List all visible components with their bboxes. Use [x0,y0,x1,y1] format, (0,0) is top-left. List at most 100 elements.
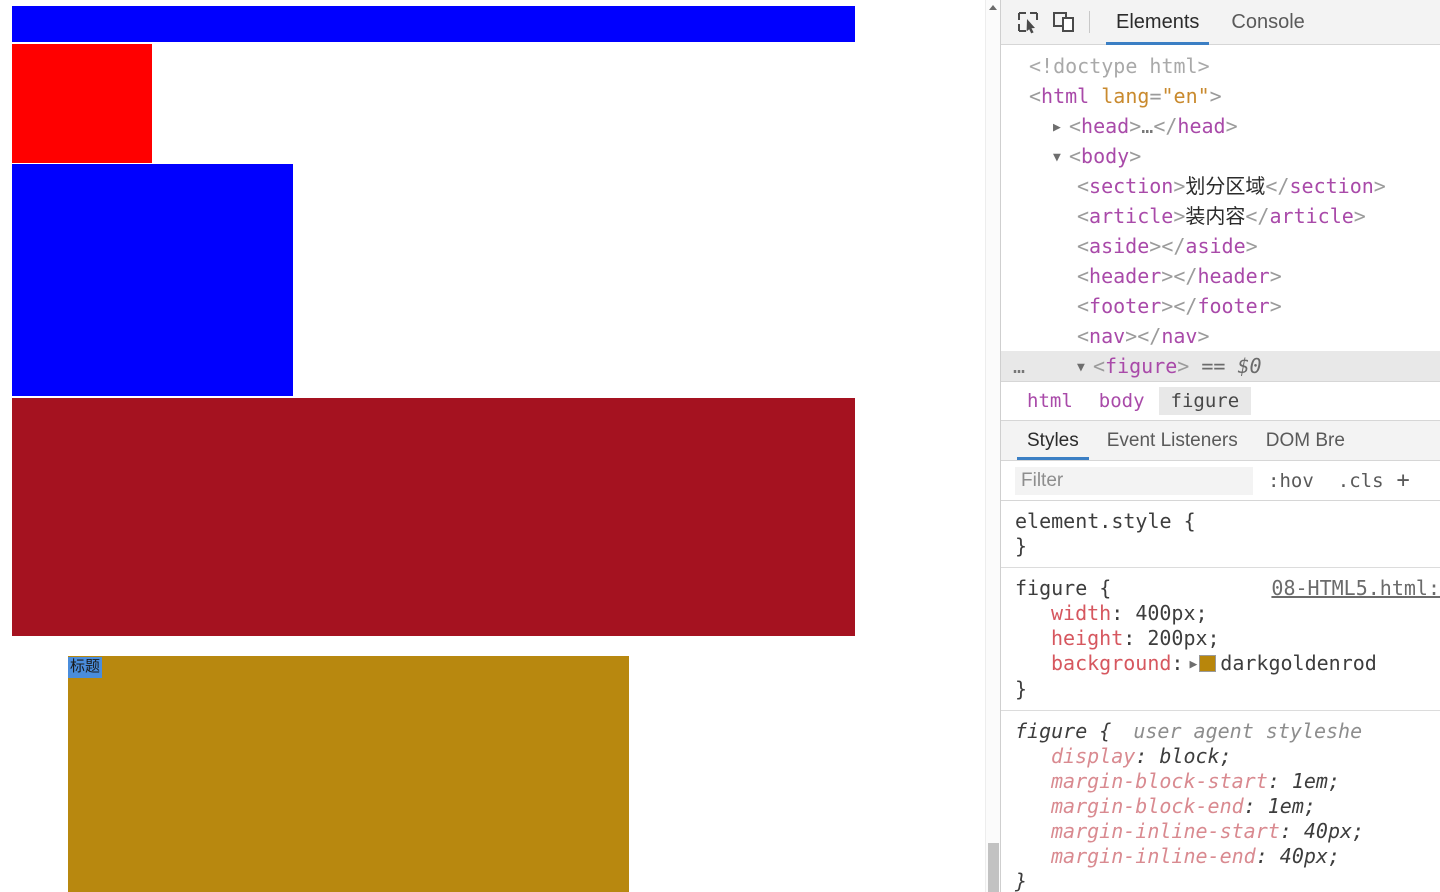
twisty-expanded-figure-icon[interactable]: ▼ [1077,353,1093,381]
rule-figure-author[interactable]: figure { 08-HTML5.html: width: 400px; he… [1001,568,1440,711]
tab-console-label: Console [1231,10,1305,33]
dom-tag-header: header [1089,264,1162,288]
dom-tree: <!doctype html> <html lang="en"> ▶ <head>… [1001,45,1440,381]
dom-tag-section-close: section [1289,174,1374,198]
rule-figure-close: } [1015,677,1028,701]
dom-tag-aside-close: aside [1185,234,1246,258]
declaration-margin-inline-end[interactable]: margin-inline-end: 40px; [1015,844,1440,869]
declaration-margin-block-end-value: 1em; [1267,794,1316,818]
hov-button[interactable]: :hov [1259,470,1323,492]
dom-tag-header-close: header [1197,264,1270,288]
cls-button[interactable]: .cls [1329,470,1393,492]
rule-element-style[interactable]: element.style { } [1001,501,1440,568]
declaration-margin-inline-start[interactable]: margin-inline-start: 40px; [1015,819,1440,844]
dom-attr-lang: lang [1101,84,1150,108]
declaration-margin-block-start-prop: margin-block-start [1051,769,1268,793]
color-swatch-darkgoldenrod[interactable] [1199,655,1217,672]
rule-figure-source-link[interactable]: 08-HTML5.html: [1271,576,1440,601]
figure-caption-text: 标题 [68,657,103,678]
declaration-margin-block-end[interactable]: margin-block-end: 1em; [1015,794,1440,819]
page-block-header [12,398,855,636]
page-scrollbar[interactable] [985,0,1000,892]
declaration-width-prop: width [1051,601,1112,625]
declaration-height-prop: height [1051,626,1124,650]
tab-dom-breakpoints[interactable]: DOM Bre [1252,430,1359,460]
declaration-height-value: 200px; [1147,626,1220,650]
declaration-margin-inline-end-value: 40px; [1279,844,1341,868]
tab-elements-label: Elements [1116,10,1200,33]
dom-row-figure[interactable]: … ▼ <figure> == $0 [1001,351,1440,381]
breadcrumb-item-html[interactable]: html [1015,387,1085,415]
dom-figure-console-ref: == $0 [1201,354,1262,378]
toolbar-divider [1089,11,1090,33]
dom-row-aside[interactable]: <aside></aside> [1001,231,1440,261]
breadcrumb: html body figure [1001,381,1440,421]
device-toolbar-icon[interactable] [1047,5,1081,39]
styles-filter-input[interactable] [1015,466,1253,495]
styles-rules-list: element.style { } figure { 08-HTML5.html… [1001,501,1440,892]
twisty-expanded-icon[interactable]: ▼ [1053,143,1069,171]
declaration-width[interactable]: width: 400px; [1015,601,1440,626]
declaration-display-value: block; [1159,744,1232,768]
devtools-panel: Elements Console <!doctype html> <html l… [1000,0,1440,892]
page-block-article [12,44,152,163]
inspect-element-icon[interactable] [1011,5,1045,39]
dom-tag-figure: figure [1105,354,1178,378]
screenshot-root: 标题 Elements Console <!doctype html> <htm… [0,0,1440,892]
dom-tag-section: section [1089,174,1174,198]
dom-row-footer[interactable]: <footer></footer> [1001,291,1440,321]
dom-row-body[interactable]: ▼ <body> [1001,141,1440,171]
dom-row-more-icon[interactable]: … [1013,351,1026,381]
page-viewport: 标题 [0,0,985,892]
scrollbar-thumb[interactable] [988,843,999,892]
declaration-margin-inline-end-prop: margin-inline-end [1051,844,1256,868]
dom-tag-article: article [1089,204,1174,228]
dom-row-doctype[interactable]: <!doctype html> [1001,51,1440,81]
dom-row-nav[interactable]: <nav></nav> [1001,321,1440,351]
declaration-margin-block-start[interactable]: margin-block-start: 1em; [1015,769,1440,794]
dom-tag-nav: nav [1089,324,1126,348]
declaration-display[interactable]: display: block; [1015,744,1440,769]
twisty-collapsed-icon[interactable]: ▶ [1053,113,1069,141]
declaration-margin-inline-start-prop: margin-inline-start [1051,819,1280,843]
rule-element-style-close: } [1015,534,1028,558]
declaration-background-value: darkgoldenrod [1220,651,1377,675]
dom-tag-nav-close: nav [1161,324,1198,348]
dom-tag-html: html [1041,84,1090,108]
rule-ua-selector: figure { [1015,719,1112,743]
rule-ua-note: user agent styleshe [1133,719,1363,743]
page-canvas: 标题 [0,0,985,892]
declaration-margin-block-start-value: 1em; [1291,769,1341,793]
declaration-width-value: 400px; [1135,601,1208,625]
tab-event-listeners[interactable]: Event Listeners [1093,430,1252,460]
devtools-toolbar: Elements Console [1001,0,1440,45]
rule-ua-close: } [1015,869,1028,892]
dom-head-ellipsis: … [1141,114,1154,138]
dom-tag-footer: footer [1089,294,1162,318]
dom-tag-head-close: head [1177,114,1226,138]
dom-attr-lang-value: "en" [1161,84,1210,108]
scroll-up-arrow-icon[interactable] [986,0,1000,14]
dom-row-html[interactable]: <html lang="en"> [1001,81,1440,111]
dom-tag-head: head [1081,114,1130,138]
tab-elements[interactable]: Elements [1100,0,1215,45]
dom-tag-footer-close: footer [1197,294,1270,318]
dom-row-header[interactable]: <header></header> [1001,261,1440,291]
page-block-aside [12,164,293,396]
declaration-display-prop: display [1051,744,1136,768]
dom-row-article[interactable]: <article>装内容</article> [1001,201,1440,231]
breadcrumb-item-figure[interactable]: figure [1158,387,1252,415]
rule-figure-user-agent[interactable]: figure { user agent styleshe display: blo… [1001,711,1440,892]
styles-filter-row: :hov .cls + [1001,461,1440,501]
declaration-margin-inline-start-value: 40px; [1303,819,1365,843]
background-expander-icon[interactable]: ▶ [1189,657,1197,672]
tab-styles[interactable]: Styles [1013,430,1093,460]
new-style-rule-button[interactable]: + [1397,468,1410,493]
declaration-height[interactable]: height: 200px; [1015,626,1440,651]
dom-row-head[interactable]: ▶ <head>…</head> [1001,111,1440,141]
dom-row-section[interactable]: <section>划分区域</section> [1001,171,1440,201]
breadcrumb-item-body[interactable]: body [1087,387,1157,415]
rule-element-style-selector: element.style { [1015,509,1196,533]
declaration-background[interactable]: background: ▶ darkgoldenrod [1015,651,1440,677]
tab-console[interactable]: Console [1215,0,1320,45]
